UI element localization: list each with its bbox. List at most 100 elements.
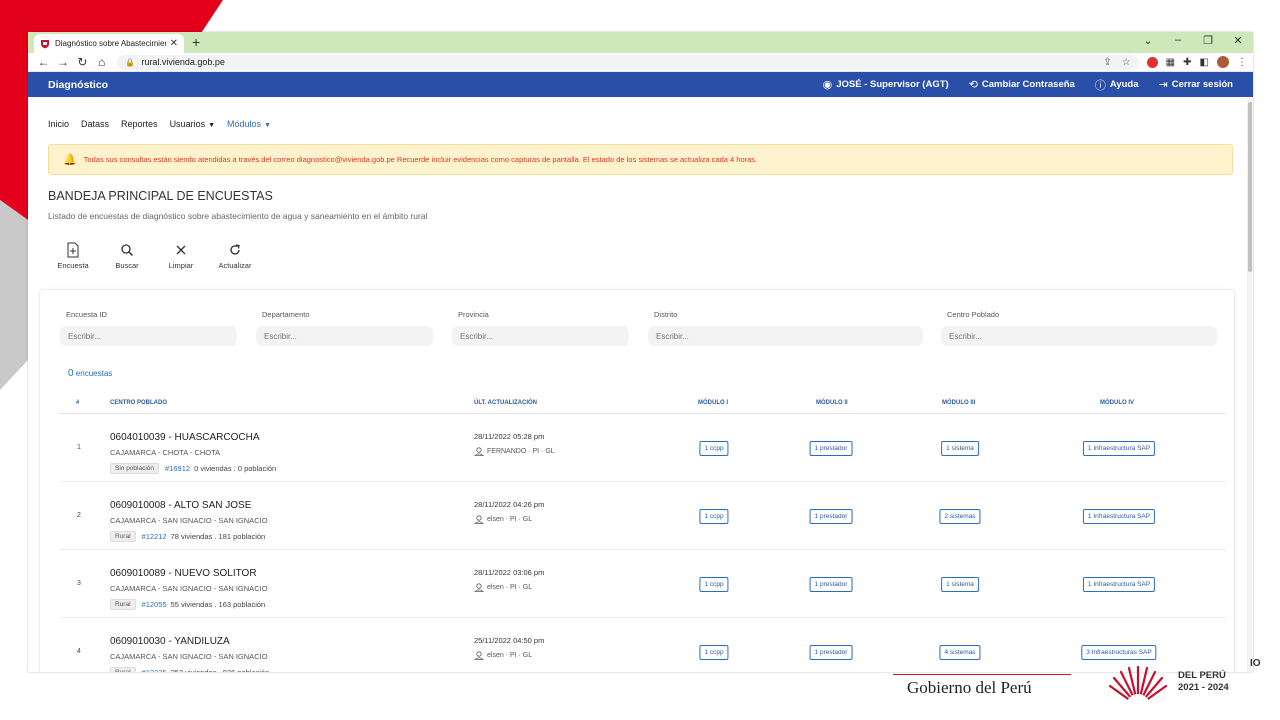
menu-item-usuarios[interactable]: Usuarios ▼	[170, 119, 215, 141]
change-password-link[interactable]: ⟲ Cambiar Contraseña	[969, 78, 1075, 91]
bookmark-star-icon[interactable]: ☆	[1122, 57, 1131, 68]
row-ref-link[interactable]: #12212	[142, 532, 167, 541]
menu-item-datass[interactable]: Datass	[81, 119, 109, 141]
col-updated[interactable]: ÚLT. ACTUALIZACIÓN	[474, 400, 537, 406]
close-tab-icon[interactable]: ✕	[170, 38, 178, 49]
menu-item-reportes[interactable]: Reportes	[121, 119, 158, 141]
row-mod1-chip[interactable]: 1 ccpp	[699, 441, 729, 456]
row-updated-by: elsen · PI · GL	[474, 583, 532, 592]
share-icon[interactable]: ⇪	[1103, 57, 1111, 68]
restore-icon[interactable]: ❐	[1201, 34, 1215, 47]
sidepanel-icon[interactable]: ◧	[1200, 57, 1209, 68]
help-link[interactable]: ⓘ Ayuda	[1095, 77, 1139, 93]
table-row[interactable]: 3 0609010089 - NUEVO SOLITOR CAJAMARCA - S…	[60, 550, 1226, 618]
row-ref-link[interactable]: #12055	[142, 600, 167, 609]
col-mod4[interactable]: MÓDULO IV	[1100, 400, 1134, 406]
row-type-badge: Rural	[110, 667, 136, 672]
row-updated-by-text: elsen · PI · GL	[487, 652, 533, 659]
row-mod3-chip[interactable]: 4 sistemas	[939, 645, 981, 660]
table-row[interactable]: 4 0609010030 - YANDILUZA CAJAMARCA - SAN I…	[60, 618, 1226, 672]
scrollbar-thumb[interactable]	[1248, 102, 1252, 272]
clear-button[interactable]: Limpiar	[156, 241, 206, 270]
page-scrollbar[interactable]	[1247, 97, 1253, 672]
url-field[interactable]: 🔒 rural.vivienda.gob.pe ⇪ ☆	[117, 54, 1139, 70]
tab-search-icon[interactable]: ⌄	[1141, 34, 1155, 47]
menu-item-inicio[interactable]: Inicio	[48, 119, 69, 141]
row-mod1-chip[interactable]: 1 ccpp	[699, 577, 729, 592]
survey-id-input[interactable]	[60, 326, 237, 346]
user-menu[interactable]: ◉ JOSÉ - Supervisor (AGT)	[823, 78, 949, 91]
row-center-code[interactable]: 0609010030 - YANDILUZA	[110, 636, 230, 647]
minimize-icon[interactable]: –	[1171, 34, 1185, 47]
bicentennial-line-2: 2021 - 2024	[1178, 682, 1229, 693]
refresh-button[interactable]: Actualizar	[210, 241, 260, 270]
row-mod4-chip[interactable]: 1 Infraestructura SAP	[1082, 509, 1156, 524]
row-location: CAJAMARCA - CHOTA - CHOTA	[110, 448, 221, 457]
reload-icon[interactable]: ↻	[73, 55, 92, 69]
row-updated-date: 28/11/2022 05:28 pm	[474, 432, 545, 441]
row-mod2-chip[interactable]: 1 prestador	[809, 645, 853, 660]
browser-tab[interactable]: Diagnóstico sobre Abastecimien ✕	[34, 34, 184, 53]
row-meta: Sin población #16912 0 viviendas . 0 pobla…	[110, 463, 276, 474]
search-button[interactable]: Buscar	[102, 241, 152, 270]
menu-item-modulos[interactable]: Módulos ▼	[227, 119, 271, 141]
center-input[interactable]	[941, 326, 1217, 346]
row-mod2-chip[interactable]: 1 prestador	[809, 509, 853, 524]
lock-icon: 🔒	[125, 57, 136, 67]
col-index[interactable]: #	[76, 400, 79, 406]
row-mod1-chip[interactable]: 1 ccpp	[699, 509, 729, 524]
department-input[interactable]	[256, 326, 433, 346]
row-mod2-chip[interactable]: 1 prestador	[809, 577, 853, 592]
row-mod4-chip[interactable]: 1 Infraestructura SAP	[1082, 577, 1156, 592]
col-mod2[interactable]: MÓDULO II	[816, 400, 848, 406]
col-mod1[interactable]: MÓDULO I	[698, 400, 728, 406]
footer-logos: Gobierno del Perú DEL PERÚ 2021 - 2024	[893, 666, 1280, 720]
new-tab-icon[interactable]: +	[192, 34, 200, 51]
table-row[interactable]: 1 0604010039 - HUASCARCOCHA CAJAMARCA - CH…	[60, 414, 1226, 482]
row-mod3-chip[interactable]: 1 sistema	[941, 577, 979, 592]
window-controls: ⌄ – ❐ ✕	[1141, 34, 1245, 47]
row-mod2-chip[interactable]: 1 prestador	[809, 441, 853, 456]
clear-label: Limpiar	[168, 261, 194, 270]
row-index: 2	[77, 512, 81, 519]
district-input[interactable]	[648, 326, 923, 346]
forward-icon[interactable]: →	[53, 55, 72, 69]
row-meta: Rural #12055 55 viviendas . 163 población	[110, 599, 265, 610]
back-icon[interactable]: ←	[34, 55, 53, 69]
row-mod3-chip[interactable]: 2 sistemas	[939, 509, 981, 524]
home-icon[interactable]: ⌂	[92, 55, 111, 69]
logout-icon: ⇥	[1158, 79, 1168, 91]
close-window-icon[interactable]: ✕	[1231, 34, 1245, 47]
table-row[interactable]: 2 0609010008 - ALTO SAN JOSE CAJAMARCA - S…	[60, 482, 1226, 550]
browser-menu-icon[interactable]: ⋮	[1237, 57, 1247, 68]
row-center-code[interactable]: 0609010008 - ALTO SAN JOSE	[110, 500, 251, 511]
profile-avatar[interactable]	[1216, 56, 1229, 68]
change-password-label: Cambiar Contraseña	[981, 79, 1075, 90]
row-type-badge: Rural	[110, 599, 136, 610]
close-icon	[176, 245, 186, 255]
app-brand[interactable]: Diagnóstico	[48, 79, 108, 91]
file-plus-icon	[67, 242, 79, 258]
row-mod1-chip[interactable]: 1 ccpp	[699, 645, 729, 660]
new-survey-label: Encuesta	[57, 261, 89, 270]
row-mod3-chip[interactable]: 1 sistema	[941, 441, 979, 456]
tab-title: Diagnóstico sobre Abastecimien	[55, 39, 166, 48]
alert-text: Todas sus consultas están siendo atendid…	[83, 155, 758, 164]
row-mod4-chip[interactable]: 3 Infraestructuras SAP	[1081, 645, 1157, 660]
puzzle-icon[interactable]: ✚	[1183, 57, 1191, 68]
row-mod4-chip[interactable]: 1 Infraestructura SAP	[1082, 441, 1156, 456]
col-center[interactable]: CENTRO POBLADO	[110, 400, 167, 406]
extension-icon[interactable]: ▦	[1166, 57, 1175, 68]
col-mod3[interactable]: MÓDULO III	[942, 400, 975, 406]
refresh-icon	[230, 244, 240, 255]
row-center-code[interactable]: 0609010089 - NUEVO SOLITOR	[110, 568, 257, 579]
province-input[interactable]	[452, 326, 629, 346]
row-ref-link[interactable]: #12335	[142, 668, 167, 672]
adblock-icon[interactable]	[1146, 56, 1158, 68]
new-survey-button[interactable]: Encuesta	[48, 241, 98, 270]
row-updated-by: elsen · PI · GL	[474, 651, 532, 660]
logout-link[interactable]: ⇥ Cerrar sesión	[1159, 78, 1233, 91]
row-ref-link[interactable]: #16912	[165, 464, 190, 473]
result-count-number: 0	[68, 368, 74, 379]
row-center-code[interactable]: 0604010039 - HUASCARCOCHA	[110, 432, 260, 443]
